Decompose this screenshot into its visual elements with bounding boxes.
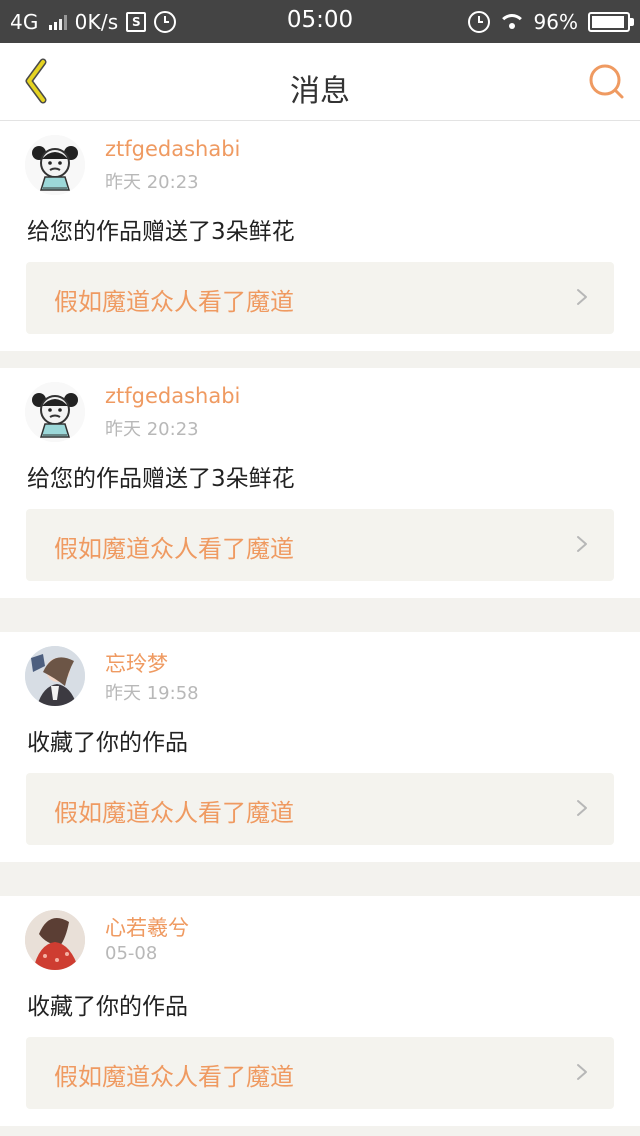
notification-card: 心若羲兮 05-08 收藏了你的作品 假如魔道众人看了魔道 [0, 896, 640, 1126]
work-title: 假如魔道众人看了魔道 [54, 1063, 294, 1091]
timestamp: 昨天 20:23 [105, 419, 199, 440]
chevron-right-icon [577, 289, 587, 305]
username[interactable]: ztfgedashabi [105, 137, 240, 161]
work-link-card[interactable]: 假如魔道众人看了魔道 [26, 262, 614, 334]
photo-avatar-icon [25, 910, 85, 970]
username[interactable]: ztfgedashabi [105, 384, 240, 408]
cartoon-avatar-icon [25, 135, 85, 195]
timestamp: 昨天 20:23 [105, 172, 199, 193]
work-link-card[interactable]: 假如魔道众人看了魔道 [26, 509, 614, 581]
notification-card: ztfgedashabi 昨天 20:23 给您的作品赠送了3朵鲜花 假如魔道众… [0, 368, 640, 598]
wifi-icon [500, 13, 524, 31]
avatar[interactable] [25, 382, 85, 442]
work-link-card[interactable]: 假如魔道众人看了魔道 [26, 773, 614, 845]
avatar[interactable] [25, 646, 85, 706]
notification-card: ztfgedashabi 昨天 20:23 给您的作品赠送了3朵鲜花 假如魔道众… [0, 121, 640, 351]
battery-percent: 96% [533, 10, 578, 34]
work-link-card[interactable]: 假如魔道众人看了魔道 [26, 1037, 614, 1109]
cartoon-avatar-icon [25, 382, 85, 442]
photo-avatar-icon [25, 646, 85, 706]
navbar: 消息 [0, 43, 640, 121]
timestamp: 昨天 19:58 [105, 683, 199, 704]
notification-message: 给您的作品赠送了3朵鲜花 [27, 219, 295, 245]
status-bar: 4G 0K/s S 05:00 96% [0, 0, 640, 43]
notification-message: 收藏了你的作品 [27, 730, 188, 756]
page-title: 消息 [290, 74, 350, 109]
avatar[interactable] [25, 910, 85, 970]
avatar[interactable] [25, 135, 85, 195]
chevron-right-icon [577, 1064, 587, 1080]
username[interactable]: 心若羲兮 [105, 912, 189, 942]
alarm-icon [467, 11, 490, 33]
battery-icon [588, 12, 634, 32]
notification-message: 收藏了你的作品 [27, 994, 188, 1020]
work-title: 假如魔道众人看了魔道 [54, 535, 294, 563]
work-title: 假如魔道众人看了魔道 [54, 288, 294, 316]
username[interactable]: 忘玲梦 [105, 648, 168, 678]
search-button[interactable] [586, 61, 626, 101]
chevron-right-icon [577, 536, 587, 552]
status-right: 96% [467, 8, 634, 36]
notification-card: 忘玲梦 昨天 19:58 收藏了你的作品 假如魔道众人看了魔道 [0, 632, 640, 862]
work-title: 假如魔道众人看了魔道 [54, 799, 294, 827]
chevron-right-icon [577, 800, 587, 816]
search-icon [589, 64, 624, 99]
timestamp: 05-08 [105, 943, 158, 964]
notification-message: 给您的作品赠送了3朵鲜花 [27, 466, 295, 492]
